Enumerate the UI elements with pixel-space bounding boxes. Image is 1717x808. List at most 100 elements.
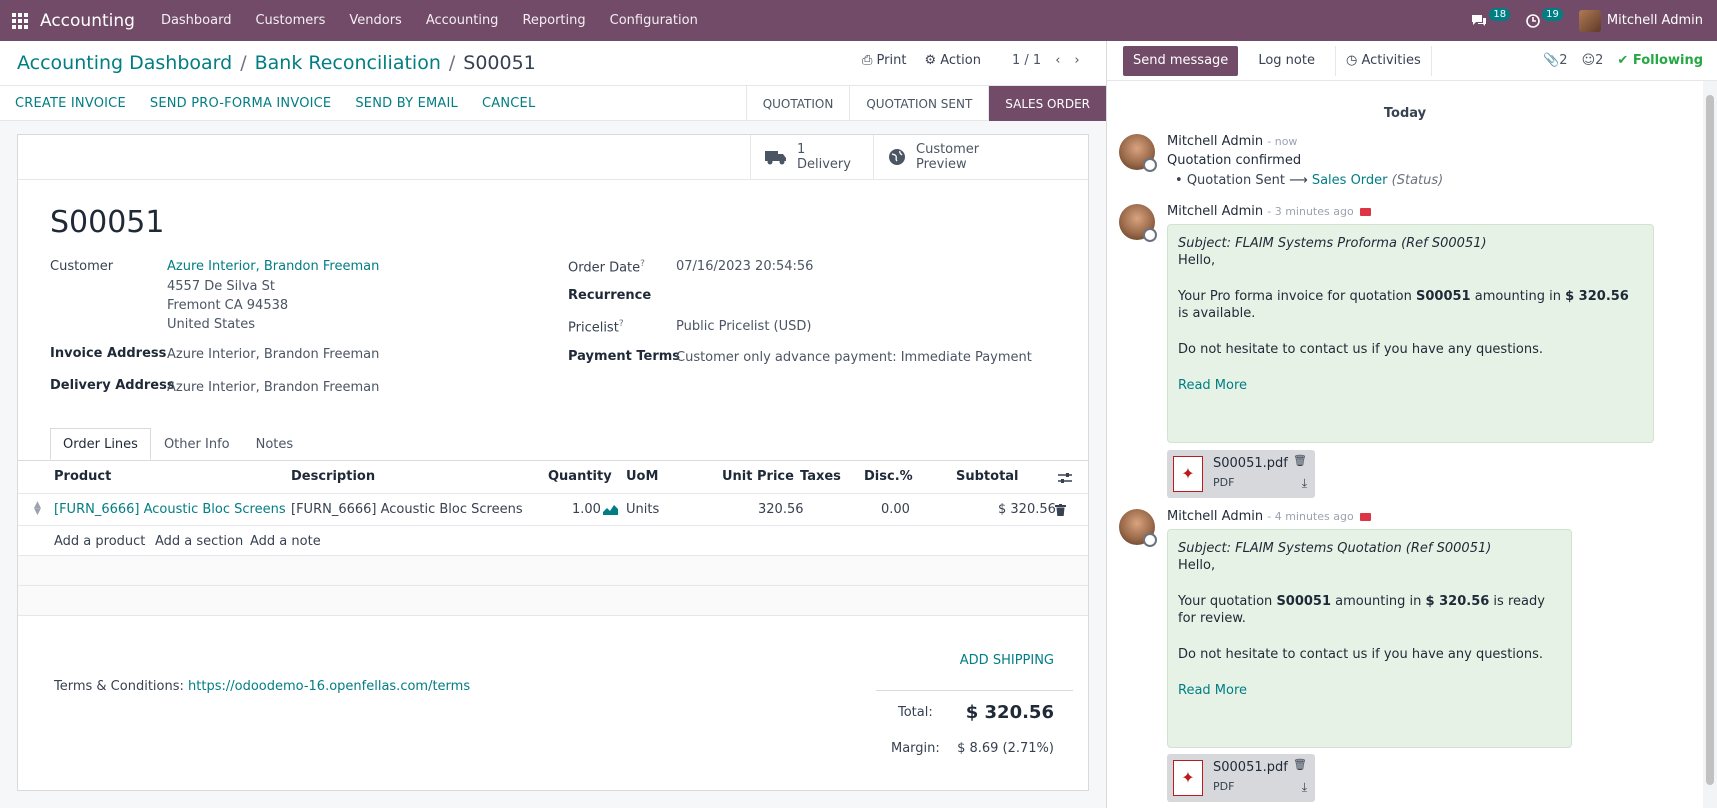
tab-other-info[interactable]: Other Info: [151, 428, 243, 460]
menu-customers[interactable]: Customers: [243, 13, 337, 28]
line-description[interactable]: [FURN_6666] Acoustic Bloc Screens: [291, 502, 523, 517]
tab-order-lines[interactable]: Order Lines: [50, 428, 151, 460]
customer-field[interactable]: Azure Interior, Brandon Freeman: [167, 259, 379, 274]
email-message: Subject: FLAIM Systems Proforma (Ref S00…: [1167, 224, 1654, 443]
menu-reporting[interactable]: Reporting: [510, 13, 597, 28]
pager-value[interactable]: 1 / 1: [1012, 53, 1041, 68]
send-email-button[interactable]: SEND BY EMAIL: [343, 96, 470, 111]
attachment-card[interactable]: ✦ S00051.pdf PDF 🗑 ⤓: [1167, 754, 1315, 802]
stage-quotation-sent[interactable]: QUOTATION SENT: [849, 86, 988, 121]
customer-address-line1: 4557 De Silva St: [167, 279, 275, 294]
recurrence-label: Recurrence: [568, 288, 652, 303]
trash-icon[interactable]: [1055, 504, 1066, 516]
menu-vendors[interactable]: Vendors: [337, 13, 413, 28]
email-greeting: Hello,: [1178, 558, 1216, 573]
action-button[interactable]: ⚙ Action: [924, 53, 981, 68]
payment-terms-field[interactable]: Customer only advance payment: Immediate…: [676, 350, 1032, 365]
table-row[interactable]: ▲ ▼ [FURN_6666] Acoustic Bloc Screens [FU…: [18, 494, 1088, 526]
forecast-chart-icon[interactable]: [603, 504, 618, 515]
activity-menu[interactable]: 19: [1526, 8, 1563, 28]
clock-icon: [1526, 13, 1540, 28]
chatter-scrollbar[interactable]: [1703, 81, 1717, 808]
total-amount: $ 320.56: [965, 702, 1054, 723]
add-note-link[interactable]: Add a note: [250, 534, 321, 549]
author-avatar[interactable]: [1119, 509, 1157, 547]
line-quantity[interactable]: 1.00: [572, 502, 601, 517]
pricelist-field[interactable]: Public Pricelist (USD): [676, 319, 811, 334]
menu-dashboard[interactable]: Dashboard: [149, 13, 244, 28]
add-shipping-button[interactable]: ADD SHIPPING: [960, 653, 1054, 668]
menu-accounting[interactable]: Accounting: [414, 13, 511, 28]
paperclip-icon: 📎: [1543, 53, 1560, 68]
following-button[interactable]: ✔ Following: [1617, 53, 1703, 68]
line-unit-price[interactable]: 320.56: [758, 502, 804, 517]
optional-columns-icon[interactable]: [1058, 472, 1072, 484]
add-product-link[interactable]: Add a product: [54, 534, 145, 549]
line-uom[interactable]: Units: [626, 502, 659, 517]
stage-quotation[interactable]: QUOTATION: [745, 86, 850, 121]
email-line: Your Pro forma invoice for quotation S00…: [1178, 289, 1629, 321]
message-body: Quotation confirmed: [1167, 153, 1302, 168]
read-more-link[interactable]: Read More: [1178, 683, 1247, 698]
col-unit-price[interactable]: Unit Price: [722, 469, 794, 484]
delivery-smart-button[interactable]: 1 Delivery: [750, 135, 873, 179]
order-date-field[interactable]: 07/16/2023 20:54:56: [676, 259, 813, 274]
print-button[interactable]: ⎙ Print: [862, 53, 906, 68]
read-more-link[interactable]: Read More: [1178, 378, 1247, 393]
messaging-menu[interactable]: 18: [1471, 8, 1511, 28]
menu-configuration[interactable]: Configuration: [598, 13, 710, 28]
send-message-button[interactable]: Send message: [1123, 45, 1239, 76]
totals-divider: [876, 690, 1073, 691]
app-name[interactable]: Accounting: [40, 11, 135, 31]
line-product[interactable]: [FURN_6666] Acoustic Bloc Screens: [54, 502, 286, 517]
trash-icon[interactable]: 🗑: [1293, 454, 1307, 467]
drag-handle-icon[interactable]: ▲ ▼: [34, 501, 41, 517]
terms-label: Terms & Conditions:: [54, 679, 184, 694]
chat-icon: [1472, 14, 1487, 26]
stage-sales-order[interactable]: SALES ORDER: [988, 86, 1106, 121]
user-menu[interactable]: Mitchell Admin: [1578, 9, 1703, 32]
invoice-address-field[interactable]: Azure Interior, Brandon Freeman: [167, 347, 379, 362]
add-section-link[interactable]: Add a section: [155, 534, 243, 549]
attachment-card[interactable]: ✦ S00051.pdf PDF 🗑 ⤓: [1167, 450, 1315, 498]
gear-icon: ⚙: [924, 53, 937, 68]
chevron-left-icon[interactable]: ‹: [1055, 53, 1060, 68]
breadcrumb-accounting-dashboard[interactable]: Accounting Dashboard: [17, 52, 232, 74]
download-icon[interactable]: ⤓: [1302, 780, 1307, 795]
col-quantity[interactable]: Quantity: [548, 469, 612, 484]
stage-pipeline: QUOTATION QUOTATION SENT SALES ORDER: [745, 86, 1106, 121]
line-discount[interactable]: 0.00: [881, 502, 910, 517]
customer-preview-button[interactable]: Customer Preview: [873, 135, 995, 179]
chevron-right-icon[interactable]: ›: [1074, 53, 1079, 68]
smart-buttons: 1 Delivery Customer Preview: [18, 135, 1088, 180]
attachment-type: PDF: [1213, 476, 1235, 489]
create-invoice-button[interactable]: CREATE INVOICE: [0, 96, 138, 111]
messages-count-badge: 18: [1489, 8, 1511, 21]
scrollbar-thumb[interactable]: [1706, 95, 1714, 785]
apps-menu-icon[interactable]: [0, 12, 40, 29]
col-description[interactable]: Description: [291, 469, 375, 484]
col-uom[interactable]: UoM: [626, 469, 658, 484]
col-taxes[interactable]: Taxes: [800, 469, 841, 484]
author-avatar[interactable]: [1119, 134, 1157, 172]
followers-button[interactable]: ☺2: [1582, 53, 1604, 68]
attachments-button[interactable]: 📎2: [1543, 53, 1567, 68]
user-avatar: [1578, 9, 1601, 32]
author-avatar[interactable]: [1119, 204, 1157, 242]
col-subtotal[interactable]: Subtotal: [956, 469, 1019, 484]
trash-icon[interactable]: 🗑: [1293, 758, 1307, 771]
breadcrumb-bank-reconciliation[interactable]: Bank Reconciliation: [255, 52, 441, 74]
globe-icon: [889, 149, 905, 165]
tab-notes[interactable]: Notes: [243, 428, 307, 460]
col-product[interactable]: Product: [54, 469, 111, 484]
chatter-panel: Send message Log note ◷ Activities 📎2 ☺2…: [1106, 41, 1717, 808]
terms-link[interactable]: https://odoodemo-16.openfellas.com/terms: [188, 679, 470, 694]
activities-button[interactable]: ◷ Activities: [1334, 45, 1432, 76]
delivery-address-field[interactable]: Azure Interior, Brandon Freeman: [167, 380, 379, 395]
cancel-button[interactable]: CANCEL: [470, 96, 547, 111]
send-proforma-button[interactable]: SEND PRO-FORMA INVOICE: [138, 96, 343, 111]
col-disc[interactable]: Disc.%: [864, 469, 913, 484]
log-note-button[interactable]: Log note: [1248, 46, 1325, 76]
download-icon[interactable]: ⤓: [1302, 476, 1307, 491]
attachment-name: S00051.pdf: [1213, 456, 1288, 471]
